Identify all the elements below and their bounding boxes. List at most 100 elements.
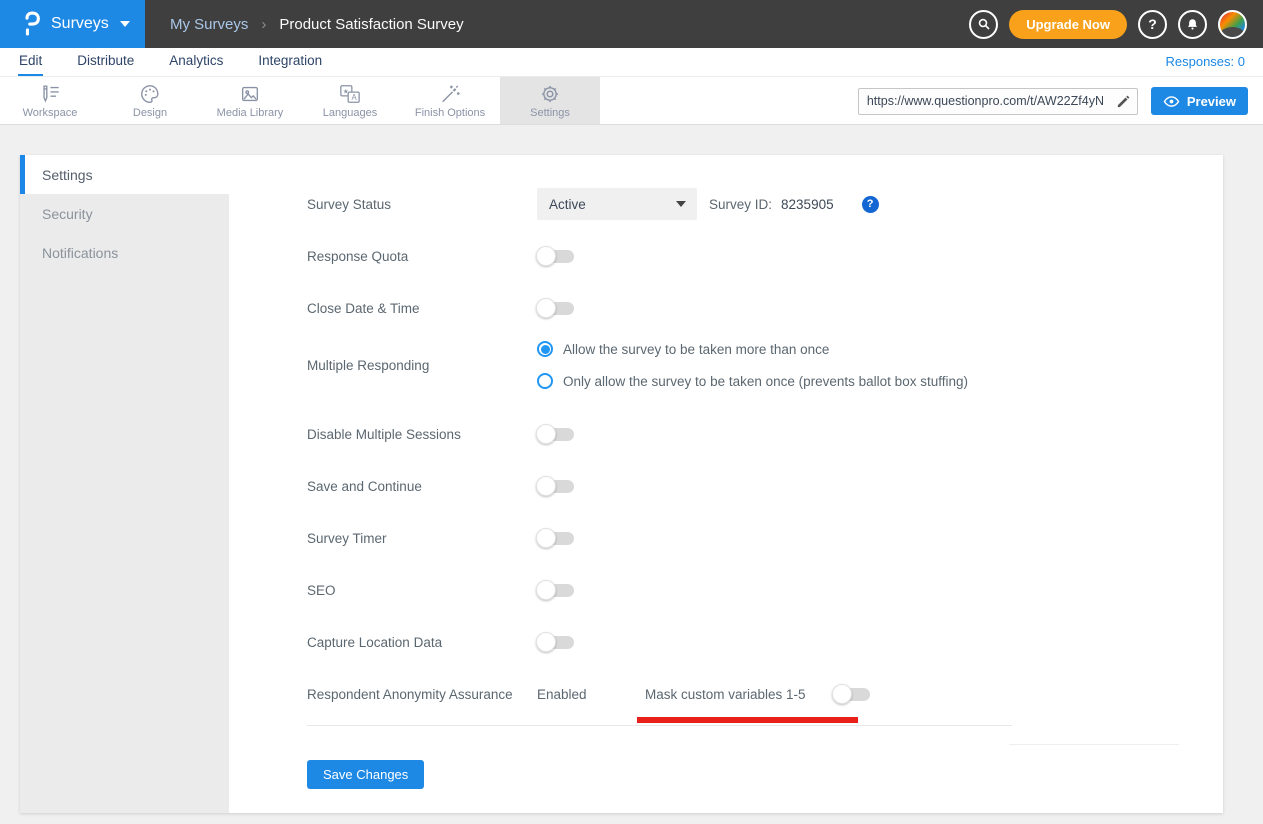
divider-secondary [1009,744,1179,745]
tab-edit[interactable]: Edit [18,48,43,76]
multiple-responding-options: Allow the survey to be taken more than o… [537,339,968,391]
toolbar-item-languages[interactable]: A ★ Languages [300,77,400,124]
survey-url-field-wrap [858,88,1138,115]
svg-text:★: ★ [343,88,349,95]
close-date-time-row: Close Date & Time [307,298,1223,318]
header-actions: Upgrade Now ? [969,0,1247,48]
survey-id-value: 8235905 [781,197,834,212]
toggle-knob [832,684,852,704]
save-and-continue-row: Save and Continue [307,476,1223,496]
breadcrumb-separator: › [261,16,266,33]
sidebar-item-notifications[interactable]: Notifications [20,233,229,272]
tab-analytics[interactable]: Analytics [168,48,224,74]
survey-status-value: Active [549,197,586,212]
survey-timer-toggle[interactable] [537,532,574,545]
survey-url-input[interactable] [858,88,1138,115]
survey-nav-tabs: Edit Distribute Analytics Integration Re… [0,48,1263,77]
gear-icon [539,83,561,105]
capture-location-data-row: Capture Location Data [307,632,1223,652]
capture-location-data-label: Capture Location Data [307,635,537,650]
settings-form: Survey Status Active Survey ID: 8235905 … [229,155,1223,813]
help-button[interactable]: ? [1138,10,1167,39]
capture-location-data-toggle[interactable] [537,636,574,649]
toggle-knob [536,424,556,444]
disable-multiple-sessions-toggle[interactable] [537,428,574,441]
settings-sidebar: Settings Security Notifications [20,155,229,813]
preview-button[interactable]: Preview [1151,87,1248,115]
radio-option-only-once[interactable]: Only allow the survey to be taken once (… [537,371,968,391]
survey-timer-row: Survey Timer [307,528,1223,548]
sidebar-item-label: Security [42,206,93,222]
survey-id-help-icon[interactable]: ? [862,196,879,213]
toolbar-right: Preview [858,77,1248,125]
tab-integration[interactable]: Integration [257,48,323,74]
svg-text:A: A [351,93,357,102]
breadcrumb-my-surveys[interactable]: My Surveys [170,16,248,33]
sidebar-item-settings[interactable]: Settings [20,155,229,194]
breadcrumb-current-survey: Product Satisfaction Survey [279,16,463,33]
toolbar-item-settings[interactable]: Settings [500,77,600,124]
magic-wand-icon [439,83,461,105]
survey-status-dropdown[interactable]: Active [537,188,697,220]
upgrade-now-button[interactable]: Upgrade Now [1009,10,1127,39]
user-avatar[interactable] [1218,10,1247,39]
survey-id-label: Survey ID: [709,197,772,212]
toggle-knob [536,580,556,600]
chevron-down-icon [120,21,130,27]
radio-option-label: Allow the survey to be taken more than o… [563,342,829,357]
seo-row: SEO [307,580,1223,600]
mask-custom-variables-group: Mask custom variables 1-5 [645,687,870,702]
mask-custom-variables-label: Mask custom variables 1-5 [645,687,806,702]
eye-icon [1163,95,1180,108]
respondent-anonymity-label: Respondent Anonymity Assurance [307,687,537,702]
response-quota-toggle[interactable] [537,250,574,263]
toolbar-label: Finish Options [415,107,485,119]
close-date-time-toggle[interactable] [537,302,574,315]
toolbar-item-media-library[interactable]: Media Library [200,77,300,124]
languages-translate-icon: A ★ [338,83,362,105]
red-highlight-underline [637,717,858,723]
disable-multiple-sessions-row: Disable Multiple Sessions [307,424,1223,444]
close-date-time-label: Close Date & Time [307,301,537,316]
sidebar-item-label: Notifications [42,245,118,261]
toggle-knob [536,246,556,266]
toggle-knob [536,298,556,318]
disable-multiple-sessions-label: Disable Multiple Sessions [307,427,537,442]
toolbar-item-workspace[interactable]: Workspace [0,77,100,124]
notifications-button[interactable] [1178,10,1207,39]
toolbar-label: Media Library [217,107,284,119]
toolbar-label: Languages [323,107,377,119]
mask-custom-variables-toggle[interactable] [833,688,870,701]
multiple-responding-label: Multiple Responding [307,358,537,373]
response-quota-row: Response Quota [307,246,1223,266]
seo-label: SEO [307,583,537,598]
toolbar-item-finish-options[interactable]: Finish Options [400,77,500,124]
radio-option-allow-multiple[interactable]: Allow the survey to be taken more than o… [537,339,968,359]
toggle-knob [536,476,556,496]
response-quota-label: Response Quota [307,249,537,264]
product-switcher[interactable]: Surveys [0,0,145,48]
tab-distribute[interactable]: Distribute [76,48,135,74]
settings-panel: Settings Security Notifications Survey S… [20,155,1223,813]
toggle-knob [536,632,556,652]
responses-count[interactable]: Responses: 0 [1166,54,1246,69]
search-icon [976,16,992,32]
search-button[interactable] [969,10,998,39]
chevron-down-icon [676,201,686,207]
app-header: Surveys My Surveys › Product Satisfactio… [0,0,1263,48]
save-and-continue-toggle[interactable] [537,480,574,493]
anonymity-status-value: Enabled [537,687,645,702]
edit-url-pencil-icon[interactable] [1115,93,1132,110]
seo-toggle[interactable] [537,584,574,597]
radio-unselected-icon [537,373,553,389]
toolbar-label: Settings [530,107,570,119]
save-changes-button[interactable]: Save Changes [307,760,424,789]
toolbar-item-design[interactable]: Design [100,77,200,124]
breadcrumb: My Surveys › Product Satisfaction Survey [170,16,464,33]
toggle-knob [536,528,556,548]
questionpro-logo-icon [22,10,42,38]
page-body: Settings Security Notifications Survey S… [0,125,1263,824]
toolbar-label: Design [133,107,167,119]
sidebar-item-security[interactable]: Security [20,194,229,233]
question-mark-icon: ? [1148,16,1157,32]
